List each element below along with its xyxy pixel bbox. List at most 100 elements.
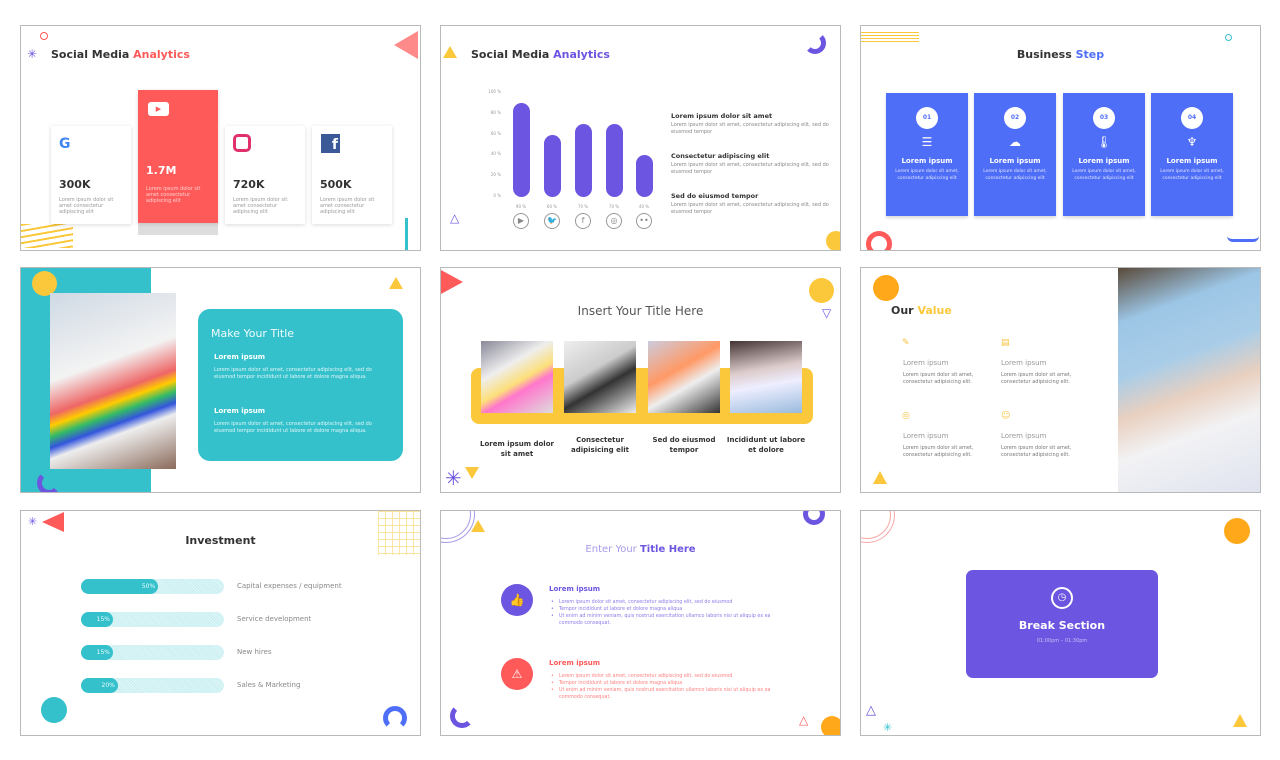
circle-decoration	[1224, 518, 1250, 544]
bullet-list: Lorem ipsum dolor sit amet, consectetur …	[551, 599, 791, 627]
step-number: 01	[916, 107, 938, 129]
zigzag-decoration	[405, 218, 408, 250]
circle-decoration	[40, 32, 48, 40]
ring-decoration	[866, 231, 892, 250]
value-heading: Lorem ipsum	[1001, 432, 1047, 440]
bar-value-label: 70 %	[577, 204, 589, 209]
y-tick-label: 80 %	[490, 109, 501, 115]
idea-bulbs-icon: ♆	[1186, 135, 1198, 149]
slide-title: Insert Your Title Here	[577, 304, 704, 318]
slide-6-thumbnail[interactable]: Our Value ✎ Lorem ipsum Lorem ipsum dolo…	[860, 267, 1261, 493]
progress-bar: 15%	[81, 612, 224, 627]
youtube-icon: ▶	[148, 102, 169, 116]
slide-title: Enter Your Title Here	[585, 544, 696, 555]
instagram-icon: ◎	[606, 213, 622, 229]
block-desc: Lorem ipsum dolor sit amet, consectetur …	[214, 367, 372, 380]
step-desc: Lorem ipsum dolor sit amet, consectetur …	[1072, 169, 1136, 181]
triangle-decoration	[471, 520, 485, 532]
progress-fill: 20%	[81, 678, 118, 693]
triangle-decoration	[443, 46, 457, 58]
step-desc: Lorem ipsum dolor sit amet, consectetur …	[895, 169, 959, 181]
triangle-decoration	[441, 270, 463, 294]
step-heading: Lorem ipsum	[1166, 157, 1218, 165]
points-list: Lorem ipsum dolor sit amet Lorem ipsum d…	[671, 112, 831, 215]
document-edit-icon: ✎	[902, 338, 910, 348]
stat-card: G 300K Lorem ipsum dolor sit amet consec…	[51, 126, 131, 224]
value-desc: Lorem ipsum dolor sit amet, consectetur …	[903, 445, 974, 458]
slide-7-thumbnail[interactable]: ✳ Investment 50% Capital expenses / equip…	[20, 510, 421, 736]
stat-value: 720K	[233, 178, 265, 191]
step-card: 04 ♆ Lorem ipsum Lorem ipsum dolor sit amet…	[1151, 93, 1233, 216]
instagram-icon	[233, 134, 251, 152]
bar-value-label: 70 %	[608, 204, 620, 209]
chart-bar	[605, 124, 623, 197]
slide-8-thumbnail[interactable]: △ Enter Your Title Here 👍 Lorem ipsum Lo…	[440, 510, 841, 736]
slide-4-thumbnail[interactable]: Make Your Title Lorem ipsum Lorem ipsum …	[20, 267, 421, 493]
stat-desc: Lorem ipsum dolor sit amet consectetur a…	[59, 197, 114, 215]
block-heading: Lorem ipsum	[214, 407, 266, 415]
step-heading: Lorem ipsum	[989, 157, 1041, 165]
progress-label: Capital expenses / equipment	[237, 582, 342, 590]
triangle-outline-decoration: △	[799, 713, 809, 727]
circle-decoration	[41, 697, 67, 723]
triangle-decoration	[1233, 714, 1247, 727]
progress-fill: 15%	[81, 612, 113, 627]
block-heading: Lorem ipsum	[214, 353, 266, 361]
slide-5-thumbnail[interactable]: ▽ ✳ Insert Your Title Here Lorem ipsum d…	[440, 267, 841, 493]
section-heading: Lorem ipsum	[549, 585, 601, 593]
slide-3-thumbnail[interactable]: Business Step 01 ☰ Lorem ipsum Lorem ipsum …	[860, 25, 1261, 251]
warning-icon: ⚠	[501, 658, 533, 690]
slide-title: Investment	[185, 534, 256, 547]
y-tick-label: 40 %	[490, 151, 501, 157]
layout-icon: ▤	[1001, 338, 1010, 348]
block-desc: Lorem ipsum dolor sit amet, consectetur …	[214, 421, 372, 434]
arc-decoration	[383, 706, 407, 730]
twitter-icon: 🐦	[544, 213, 560, 229]
progress-bar: 20%	[81, 678, 224, 693]
facebook-icon: f	[321, 134, 340, 153]
stat-value: 300K	[59, 178, 91, 191]
progress-fill: 15%	[81, 645, 113, 660]
circle-decoration	[809, 278, 834, 303]
arc-decoration	[37, 471, 61, 492]
slide-9-thumbnail[interactable]: △ ✳ ◷ Break Section 01:00pm – 01:30pm	[860, 510, 1261, 736]
arc-lines-decoration	[441, 511, 471, 539]
point-heading: Lorem ipsum dolor sit amet	[671, 112, 773, 120]
triangle-decoration	[873, 471, 887, 484]
photo-4	[730, 341, 802, 413]
slide-title: Business Step	[1016, 48, 1105, 61]
chart-bar	[635, 155, 653, 197]
break-title: Break Section	[1018, 619, 1106, 632]
caption: Consectetur adipisicing elit	[571, 436, 629, 454]
arc-lines-decoration	[861, 511, 891, 539]
break-time: 01:00pm – 01:30pm	[1036, 638, 1088, 644]
photo-design-team	[50, 293, 176, 469]
bullet-item: Ut enim ad minim veniam, quis nostrud ex…	[551, 687, 791, 701]
step-desc: Lorem ipsum dolor sit amet, consectetur …	[1160, 169, 1224, 181]
ring-decoration	[804, 32, 826, 54]
slide-title: Our Value	[891, 304, 952, 317]
lines-decoration	[861, 32, 919, 42]
triangle-decoration	[42, 512, 64, 532]
target-icon: ◎	[902, 411, 910, 421]
progress-bar: 15%	[81, 645, 224, 660]
step-heading: Lorem ipsum	[901, 157, 953, 165]
slide-2-thumbnail[interactable]: △ Social Media Analytics 0 % 20 % 40 % 60 %…	[440, 25, 841, 251]
star-decoration: ✳	[28, 515, 38, 528]
arc-decoration	[450, 704, 474, 728]
slide-1-thumbnail[interactable]: ✳ Social Media Analytics G 300K Lorem ip…	[20, 25, 421, 251]
slide-title: Social Media Analytics	[51, 48, 190, 61]
caption: Sed do eiusmod tempor	[652, 436, 716, 454]
triangle-decoration	[389, 277, 403, 289]
bullet-item: Ut enim ad minim veniam, quis nostrud ex…	[551, 613, 791, 627]
break-box: ◷ Break Section 01:00pm – 01:30pm	[966, 570, 1158, 678]
value-desc: Lorem ipsum dolor sit amet, consectetur …	[1001, 372, 1072, 385]
youtube-icon: ▶	[513, 213, 529, 229]
bullet-item: Tempor incididunt ut labore et dolore ma…	[551, 606, 791, 613]
bar-value-label: 60 %	[546, 204, 558, 209]
value-desc: Lorem ipsum dolor sit amet, consectetur …	[903, 372, 974, 385]
thumbs-up-icon: 👍	[501, 584, 533, 616]
step-number: 03	[1093, 107, 1115, 129]
stat-desc: Lorem ipsum dolor sit amet consectetur a…	[320, 197, 375, 215]
point-desc: Lorem ipsum dolor sit amet, consectetur …	[671, 202, 829, 215]
